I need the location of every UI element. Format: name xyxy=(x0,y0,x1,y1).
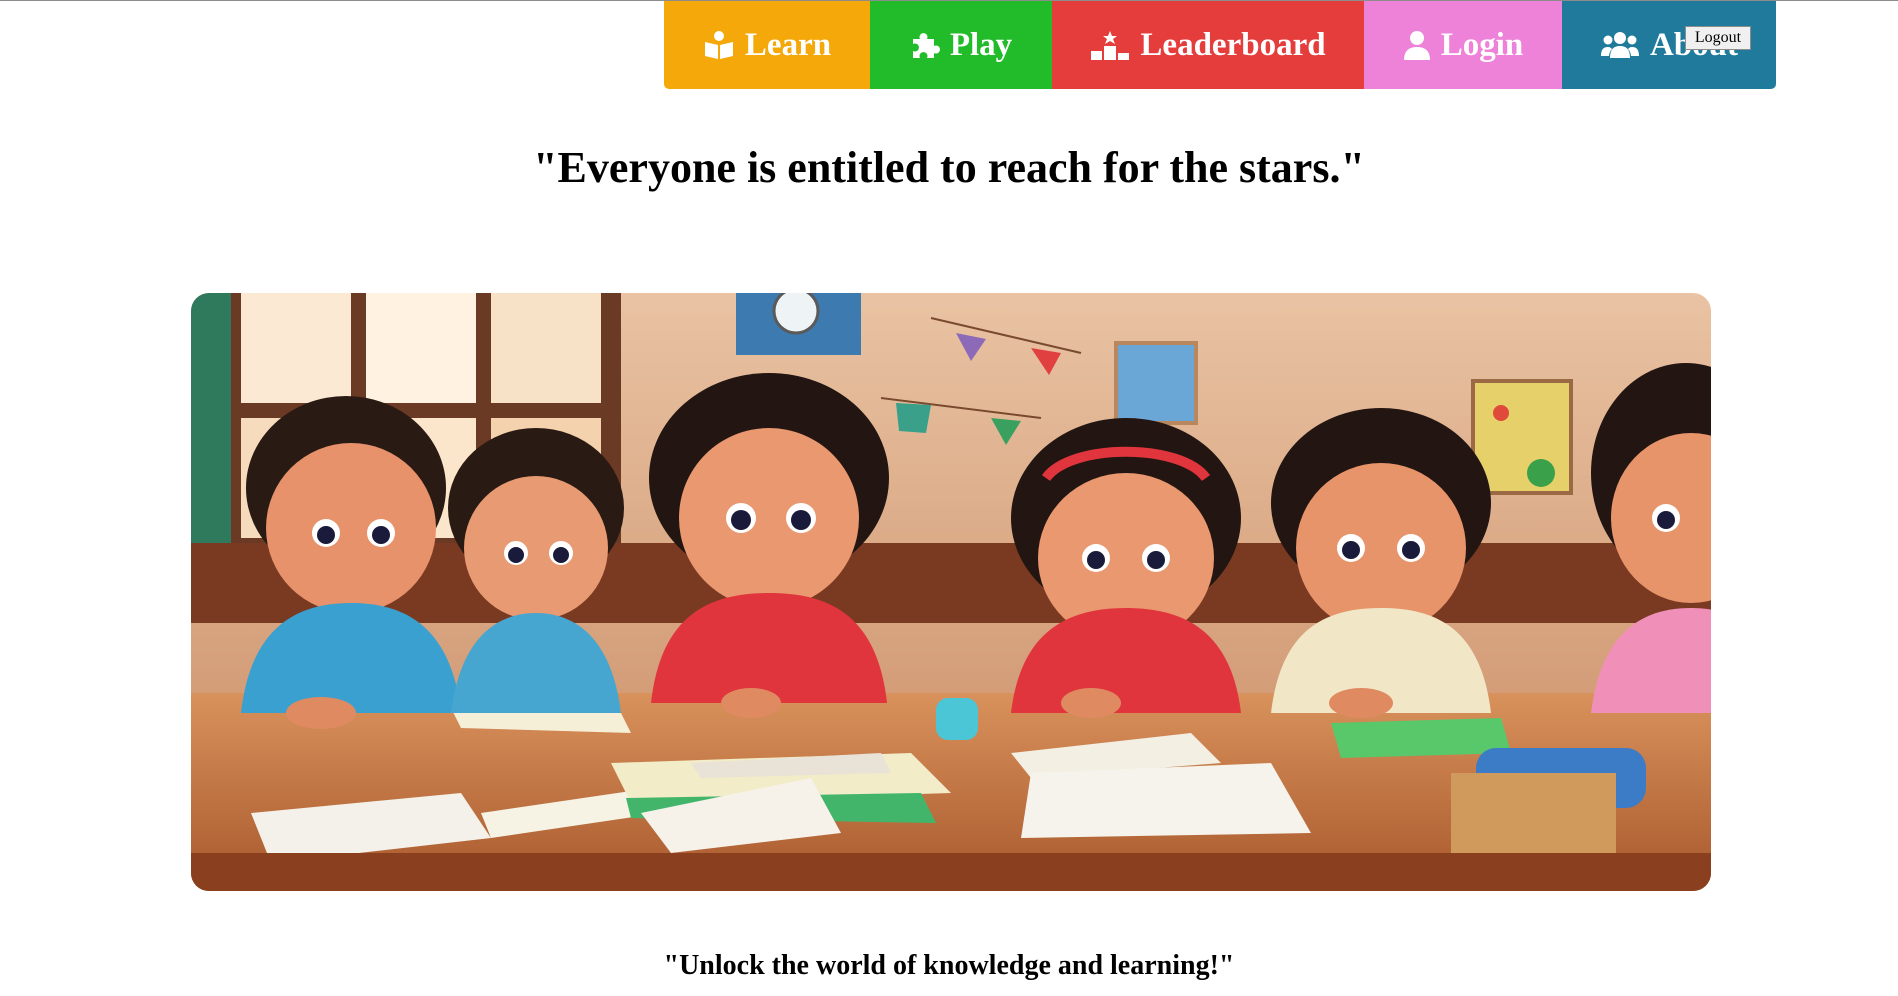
hero-quote: "Everyone is entitled to reach for the s… xyxy=(533,143,1365,192)
logout-button[interactable]: Logout xyxy=(1685,26,1751,50)
nav-login-button[interactable]: Login xyxy=(1364,1,1562,89)
nav-play-button[interactable]: Play xyxy=(870,1,1052,89)
classroom-kids-image xyxy=(191,293,1711,891)
main-nav: Learn Play Leaderboard Login xyxy=(664,1,1776,89)
page: Learn Play Leaderboard Login Logout "Eve… xyxy=(0,0,1898,996)
users-icon xyxy=(1600,30,1640,60)
nav-learn-label: Learn xyxy=(744,26,832,63)
podium-icon xyxy=(1090,30,1130,60)
book-reader-icon xyxy=(703,30,735,60)
nav-leaderboard-button[interactable]: Leaderboard xyxy=(1052,1,1364,89)
nav-leaderboard-label: Leaderboard xyxy=(1140,26,1326,63)
nav-login-label: Login xyxy=(1440,26,1524,63)
nav-play-label: Play xyxy=(949,26,1013,63)
footer-quote: "Unlock the world of knowledge and learn… xyxy=(663,950,1235,981)
user-icon xyxy=(1403,30,1431,60)
puzzle-icon xyxy=(910,30,940,60)
nav-learn-button[interactable]: Learn xyxy=(664,1,870,89)
